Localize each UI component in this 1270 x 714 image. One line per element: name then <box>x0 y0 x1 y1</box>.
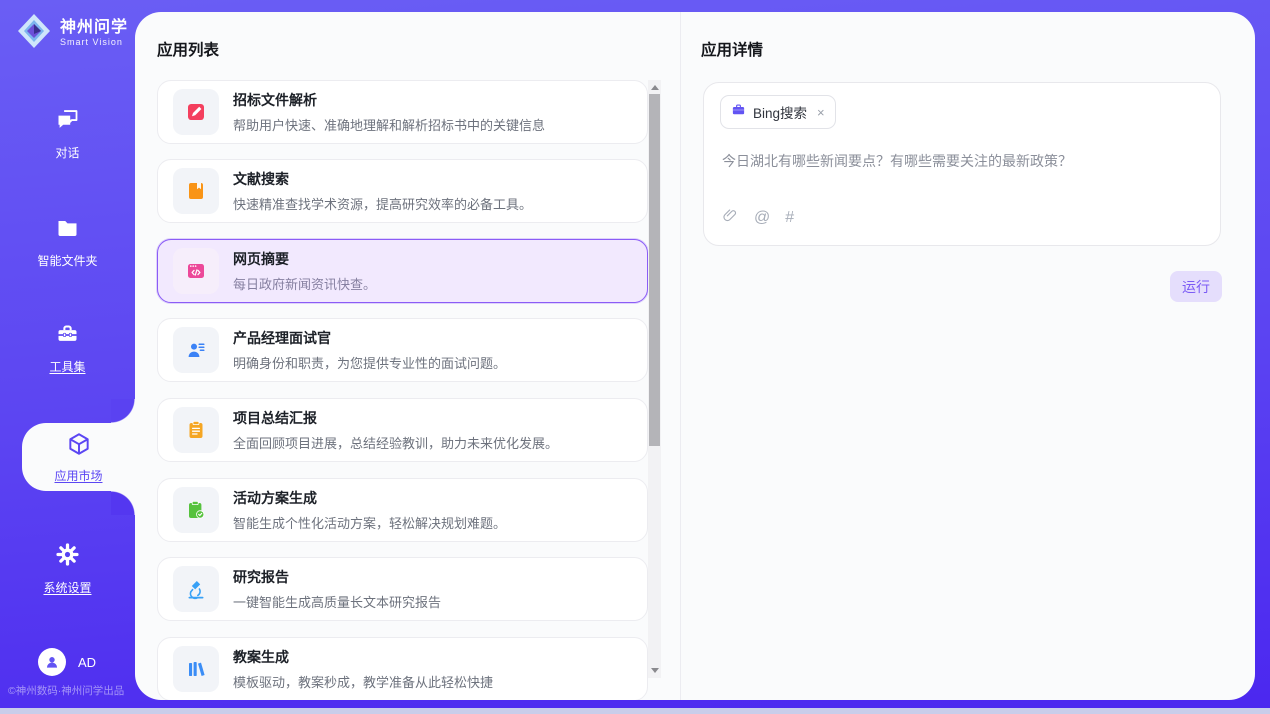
app-card-lesson-plan[interactable]: 教案生成 模板驱动，教案秒成，教学准备从此轻松快捷 <box>157 637 648 700</box>
brand-name: 神州问学 <box>60 19 128 37</box>
sidebar-item-label: 系统设置 <box>43 579 91 596</box>
app-card-desc: 帮助用户快速、准确地理解和解析招标书中的关键信息 <box>233 115 545 134</box>
scroll-up-arrow[interactable] <box>648 81 661 94</box>
clipboard-check-icon <box>173 487 219 533</box>
app-card-desc: 智能生成个性化活动方案，轻松解决规划难题。 <box>233 513 506 532</box>
clipboard-icon <box>173 407 219 453</box>
user-profile[interactable]: AD <box>38 648 96 676</box>
sidebar-item-toolset[interactable]: 工具集 <box>0 320 135 375</box>
app-card-bid-parse[interactable]: 招标文件解析 帮助用户快速、准确地理解和解析招标书中的关键信息 <box>157 80 648 144</box>
hash-icon[interactable]: # <box>785 210 794 226</box>
microscope-icon <box>173 566 219 612</box>
sidebar-item-chat[interactable]: 对话 <box>0 106 135 161</box>
prompt-input[interactable]: 今日湖北有哪些新闻要点？有哪些需要关注的最新政策？ <box>722 151 1202 171</box>
toolbox-icon <box>54 320 81 352</box>
chat-icon <box>54 106 81 138</box>
app-card-title: 活动方案生成 <box>233 488 506 508</box>
app-card-research-report[interactable]: 研究报告 一键智能生成高质量长文本研究报告 <box>157 557 648 621</box>
copyright-text: ©神州数码·神州问学出品 <box>8 683 135 698</box>
app-card-event-plan[interactable]: 活动方案生成 智能生成个性化活动方案，轻松解决规划难题。 <box>157 478 648 542</box>
browser-code-icon <box>173 248 219 294</box>
app-card-desc: 每日政府新闻资讯快查。 <box>233 274 376 293</box>
app-card-title: 文献搜索 <box>233 169 532 189</box>
user-icon <box>43 653 61 671</box>
scrollbar-thumb[interactable] <box>649 94 660 446</box>
cube-icon <box>66 431 92 462</box>
app-card-web-summary[interactable]: 网页摘要 每日政府新闻资讯快查。 <box>157 239 648 303</box>
app-card-project-summary[interactable]: 项目总结汇报 全面回顾项目进展，总结经验教训，助力未来优化发展。 <box>157 398 648 462</box>
brand-logo: 神州问学 Smart Vision <box>16 12 128 55</box>
prompt-card: Bing搜索 × 今日湖北有哪些新闻要点？有哪些需要关注的最新政策？ @ # <box>703 82 1221 246</box>
user-name: AD <box>78 655 96 670</box>
list-scrollbar[interactable] <box>648 80 661 678</box>
app-card-title: 网页摘要 <box>233 249 376 269</box>
app-list-title: 应用列表 <box>157 38 219 60</box>
app-card-desc: 明确身份和职责，为您提供专业性的面试问题。 <box>233 353 506 372</box>
app-card-title: 招标文件解析 <box>233 90 545 110</box>
interviewer-icon <box>173 327 219 373</box>
app-card-pm-interviewer[interactable]: 产品经理面试官 明确身份和职责，为您提供专业性的面试问题。 <box>157 318 648 382</box>
app-card-title: 研究报告 <box>233 567 441 587</box>
sidebar-item-app-market[interactable]: 应用市场 <box>22 423 135 491</box>
scroll-down-arrow[interactable] <box>648 664 661 677</box>
tool-tag-label: Bing搜索 <box>753 102 807 122</box>
sidebar-item-label: 工具集 <box>49 358 85 375</box>
gem-logo-icon <box>16 12 52 55</box>
sidebar-item-settings[interactable]: 系统设置 <box>0 541 135 596</box>
paperclip-icon[interactable] <box>722 207 739 229</box>
active-tab-curve-bottom <box>111 491 135 515</box>
prompt-toolbar: @ # <box>722 207 794 229</box>
run-button[interactable]: 运行 <box>1170 271 1222 302</box>
sidebar-item-label: 对话 <box>55 144 79 161</box>
gear-icon <box>54 541 81 573</box>
sidebar-item-smart-folder[interactable]: 智能文件夹 <box>0 214 135 269</box>
app-card-title: 教案生成 <box>233 647 493 667</box>
app-list-panel: 应用列表 招标文件解析 帮助用户快速、准确地理解和解析招标书中的关键信息 <box>135 12 680 700</box>
app-card-desc: 全面回顾项目进展，总结经验教训，助力未来优化发展。 <box>233 433 558 452</box>
briefcase-icon <box>731 102 746 122</box>
books-icon <box>173 646 219 692</box>
app-card-desc: 模板驱动，教案秒成，教学准备从此轻松快捷 <box>233 672 493 691</box>
active-tab-curve-top <box>111 399 135 423</box>
main-content: 应用列表 招标文件解析 帮助用户快速、准确地理解和解析招标书中的关键信息 <box>135 12 1255 700</box>
brand-subtitle: Smart Vision <box>60 38 128 48</box>
app-detail-panel: 应用详情 Bing搜索 × 今日湖北有哪些新闻要点？有哪些需要关注的最新政策？ <box>680 12 1255 700</box>
app-card-desc: 快速精准查找学术资源，提高研究效率的必备工具。 <box>233 194 532 213</box>
app-card-title: 项目总结汇报 <box>233 408 558 428</box>
app-detail-title: 应用详情 <box>701 38 763 60</box>
app-card-literature-search[interactable]: 文献搜索 快速精准查找学术资源，提高研究效率的必备工具。 <box>157 159 648 223</box>
book-icon <box>173 168 219 214</box>
sidebar-item-label: 应用市场 <box>54 467 102 484</box>
avatar <box>38 648 66 676</box>
sidebar-item-label: 智能文件夹 <box>37 252 97 269</box>
close-icon[interactable]: × <box>817 105 825 120</box>
bottom-edge-band <box>0 708 1270 714</box>
mention-icon[interactable]: @ <box>754 210 770 226</box>
folder-icon <box>54 214 81 246</box>
app-card-desc: 一键智能生成高质量长文本研究报告 <box>233 592 441 611</box>
tool-tag-bing-search[interactable]: Bing搜索 × <box>720 95 836 129</box>
document-edit-icon <box>173 89 219 135</box>
app-card-title: 产品经理面试官 <box>233 328 506 348</box>
sidebar: 神州问学 Smart Vision 对话 智能文件夹 <box>0 0 135 714</box>
